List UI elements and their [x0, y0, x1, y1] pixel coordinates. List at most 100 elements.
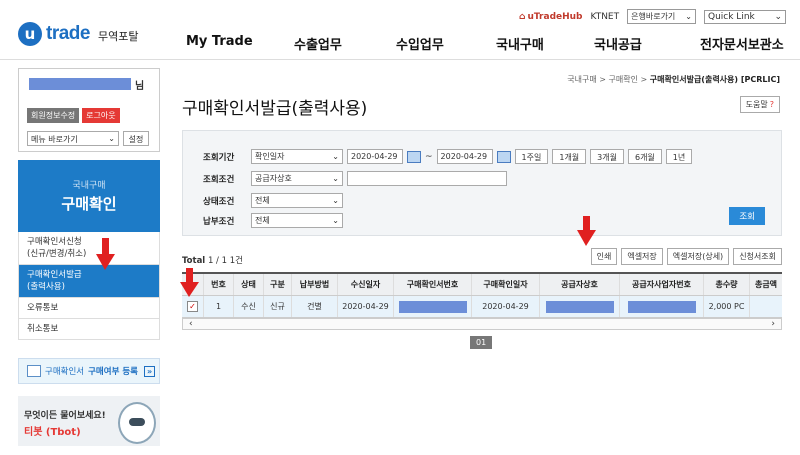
- nav-domestic-supply[interactable]: 국내공급: [594, 34, 700, 53]
- tbot-line1: 무엇이든 물어보세요!: [24, 411, 106, 421]
- payment-row: 납부조건 전체 ⌄: [203, 213, 343, 228]
- utrade-logo[interactable]: u trade 무역포탈: [18, 22, 138, 46]
- result-table: 번호 상태 구분 납부방법 수신일자 구매확인서번호 구매확인일자 공급자상호 …: [182, 272, 782, 330]
- breadcrumb-item[interactable]: 구매확인: [609, 75, 638, 84]
- settings-button[interactable]: 설정: [123, 131, 149, 146]
- chevron-down-icon: ⌄: [685, 12, 692, 21]
- status-select[interactable]: 전체 ⌄: [251, 193, 343, 208]
- header-payment: 납부방법: [292, 274, 338, 295]
- cell-payment: 건별: [292, 296, 338, 317]
- condition-select[interactable]: 공급자상호 ⌄: [251, 171, 343, 186]
- tbot-banner[interactable]: 무엇이든 물어보세요! 티봇 (Tbot): [18, 396, 160, 446]
- page-button[interactable]: 01: [470, 336, 493, 349]
- horizontal-scrollbar[interactable]: ‹ ›: [182, 318, 782, 330]
- username-redacted: [29, 78, 131, 90]
- period-1year-button[interactable]: 1년: [665, 149, 693, 164]
- purchase-register-banner[interactable]: 구매확인서 구매여부 등록 »: [18, 358, 160, 384]
- header-check: [182, 274, 204, 295]
- nav-import[interactable]: 수입업무: [396, 34, 496, 53]
- nav-e-archive[interactable]: 전자문서보관소: [700, 34, 784, 53]
- status-label: 상태조건: [203, 196, 235, 207]
- period-1month-button[interactable]: 1개월: [552, 149, 587, 164]
- category-header: 국내구매 구매확인: [18, 160, 160, 232]
- help-label: 도움말: [745, 100, 768, 109]
- period-6month-button[interactable]: 6개월: [627, 149, 662, 164]
- excel-save-detail-button[interactable]: 엑셀저장(상세): [666, 248, 730, 265]
- excel-save-button[interactable]: 엑셀저장: [621, 248, 663, 265]
- table-row[interactable]: ✓ 1 수신 신규 건별 2020-04-29 2020-04-29 2,000…: [182, 296, 782, 318]
- period-select[interactable]: 확인일자 ⌄: [251, 149, 343, 164]
- edit-member-info-button[interactable]: 회원정보수정: [27, 108, 80, 123]
- header-recv-date: 수신일자: [338, 274, 394, 295]
- payment-select-value: 전체: [255, 216, 270, 225]
- table-actions: 인쇄 엑셀저장 엑셀저장(상세) 신청서조회: [590, 248, 782, 265]
- utility-bar: ⌂ uTradeHub KTNET 은행바로가기 ⌄ Quick Link ⌄: [519, 9, 786, 24]
- left-menu: 구매확인서신청 (신규/변경/취소) 구매확인서발급 (출력사용) 오류통보 취…: [18, 232, 160, 340]
- status-select-value: 전체: [255, 196, 270, 205]
- cell-status: 수신: [234, 296, 264, 317]
- utradehub-label: uTradeHub: [527, 11, 583, 22]
- condition-input[interactable]: [347, 171, 507, 186]
- header-status: 상태: [234, 274, 264, 295]
- date-from-input[interactable]: 2020-04-29: [347, 149, 403, 164]
- period-3month-button[interactable]: 3개월: [590, 149, 624, 164]
- help-button[interactable]: 도움말?: [739, 96, 780, 113]
- header-no: 번호: [204, 274, 234, 295]
- chevron-down-icon: ⌄: [108, 134, 115, 143]
- category-small: 국내구매: [72, 181, 106, 191]
- logo-u-mark: u: [18, 22, 42, 46]
- tbot-line2: 티봇 (Tbot): [24, 427, 81, 438]
- username-suffix: 님: [135, 81, 145, 92]
- period-row: 조회기간 확인일자 ⌄ 2020-04-29 ~ 2020-04-29 1주일 …: [203, 149, 693, 164]
- header-cert-date: 구매확인일자: [472, 274, 540, 295]
- row-checkbox-cell[interactable]: ✓: [182, 296, 204, 317]
- payment-label: 납부조건: [203, 216, 235, 227]
- quick-link-label: Quick Link: [708, 11, 755, 22]
- total-count: Total 1 / 1 1건: [182, 254, 243, 266]
- quick-link-select[interactable]: Quick Link ⌄: [704, 9, 786, 24]
- main-nav: My Trade 수출업무 수입업무 국내구매 국내공급 전자문서보관소: [186, 34, 784, 53]
- row-checkbox[interactable]: ✓: [187, 301, 198, 312]
- payment-select[interactable]: 전체 ⌄: [251, 213, 343, 228]
- sidebar-item-cancel[interactable]: 취소통보: [19, 319, 159, 340]
- search-button[interactable]: 조회: [729, 207, 765, 225]
- logout-button[interactable]: 로그아웃: [82, 108, 120, 123]
- date-to-input[interactable]: 2020-04-29: [436, 149, 493, 164]
- help-mark: ?: [769, 100, 774, 109]
- nav-mytrade[interactable]: My Trade: [186, 34, 294, 53]
- bank-select[interactable]: 은행바로가기 ⌄: [627, 9, 696, 24]
- menu-shortcut-select[interactable]: 메뉴 바로가기 ⌄: [27, 131, 119, 146]
- chevron-down-icon: ⌄: [332, 196, 339, 205]
- cell-cert-no[interactable]: [394, 296, 472, 317]
- ktnet-link[interactable]: KTNET: [591, 12, 620, 22]
- calendar-icon[interactable]: [407, 150, 421, 163]
- breadcrumb-item[interactable]: 국내구매: [567, 75, 596, 84]
- search-panel: 조회기간 확인일자 ⌄ 2020-04-29 ~ 2020-04-29 1주일 …: [182, 130, 782, 236]
- utradehub-link[interactable]: ⌂ uTradeHub: [519, 12, 582, 22]
- sidebar-item-error[interactable]: 오류통보: [19, 298, 159, 319]
- chevron-down-icon: ⌄: [332, 216, 339, 225]
- print-button[interactable]: 인쇄: [590, 248, 618, 265]
- redacted-block: [398, 300, 467, 313]
- condition-label: 조회조건: [203, 174, 235, 185]
- scroll-left-icon[interactable]: ‹: [189, 319, 193, 329]
- nav-export[interactable]: 수출업무: [294, 34, 396, 53]
- chevron-down-icon: ⌄: [332, 174, 339, 183]
- logo-wordmark: trade: [46, 23, 90, 44]
- banner1-label: 구매확인서: [45, 367, 85, 377]
- page-title: 구매확인서발급(출력사용): [182, 99, 368, 119]
- header-total-qty: 총수량: [704, 274, 750, 295]
- double-chevron-icon: »: [144, 365, 156, 377]
- sidebar-item-apply[interactable]: 구매확인서신청 (신규/변경/취소): [19, 232, 159, 265]
- redacted-block: [627, 300, 696, 313]
- application-view-button[interactable]: 신청서조회: [733, 248, 782, 265]
- scroll-right-icon[interactable]: ›: [771, 319, 775, 329]
- sidebar-item-issue[interactable]: 구매확인서발급 (출력사용): [19, 265, 159, 298]
- header-supplier-bizno: 공급자사업자번호: [620, 274, 704, 295]
- cell-cert-date: 2020-04-29: [472, 296, 540, 317]
- status-row: 상태조건 전체 ⌄: [203, 193, 343, 208]
- left-sidebar: 님 회원정보수정 로그아웃 메뉴 바로가기 ⌄ 설정 국내구매 구매확인 구매확…: [18, 68, 160, 446]
- period-1week-button[interactable]: 1주일: [514, 149, 549, 164]
- nav-domestic-purchase[interactable]: 국내구매: [496, 34, 594, 53]
- calendar-icon[interactable]: [496, 150, 511, 163]
